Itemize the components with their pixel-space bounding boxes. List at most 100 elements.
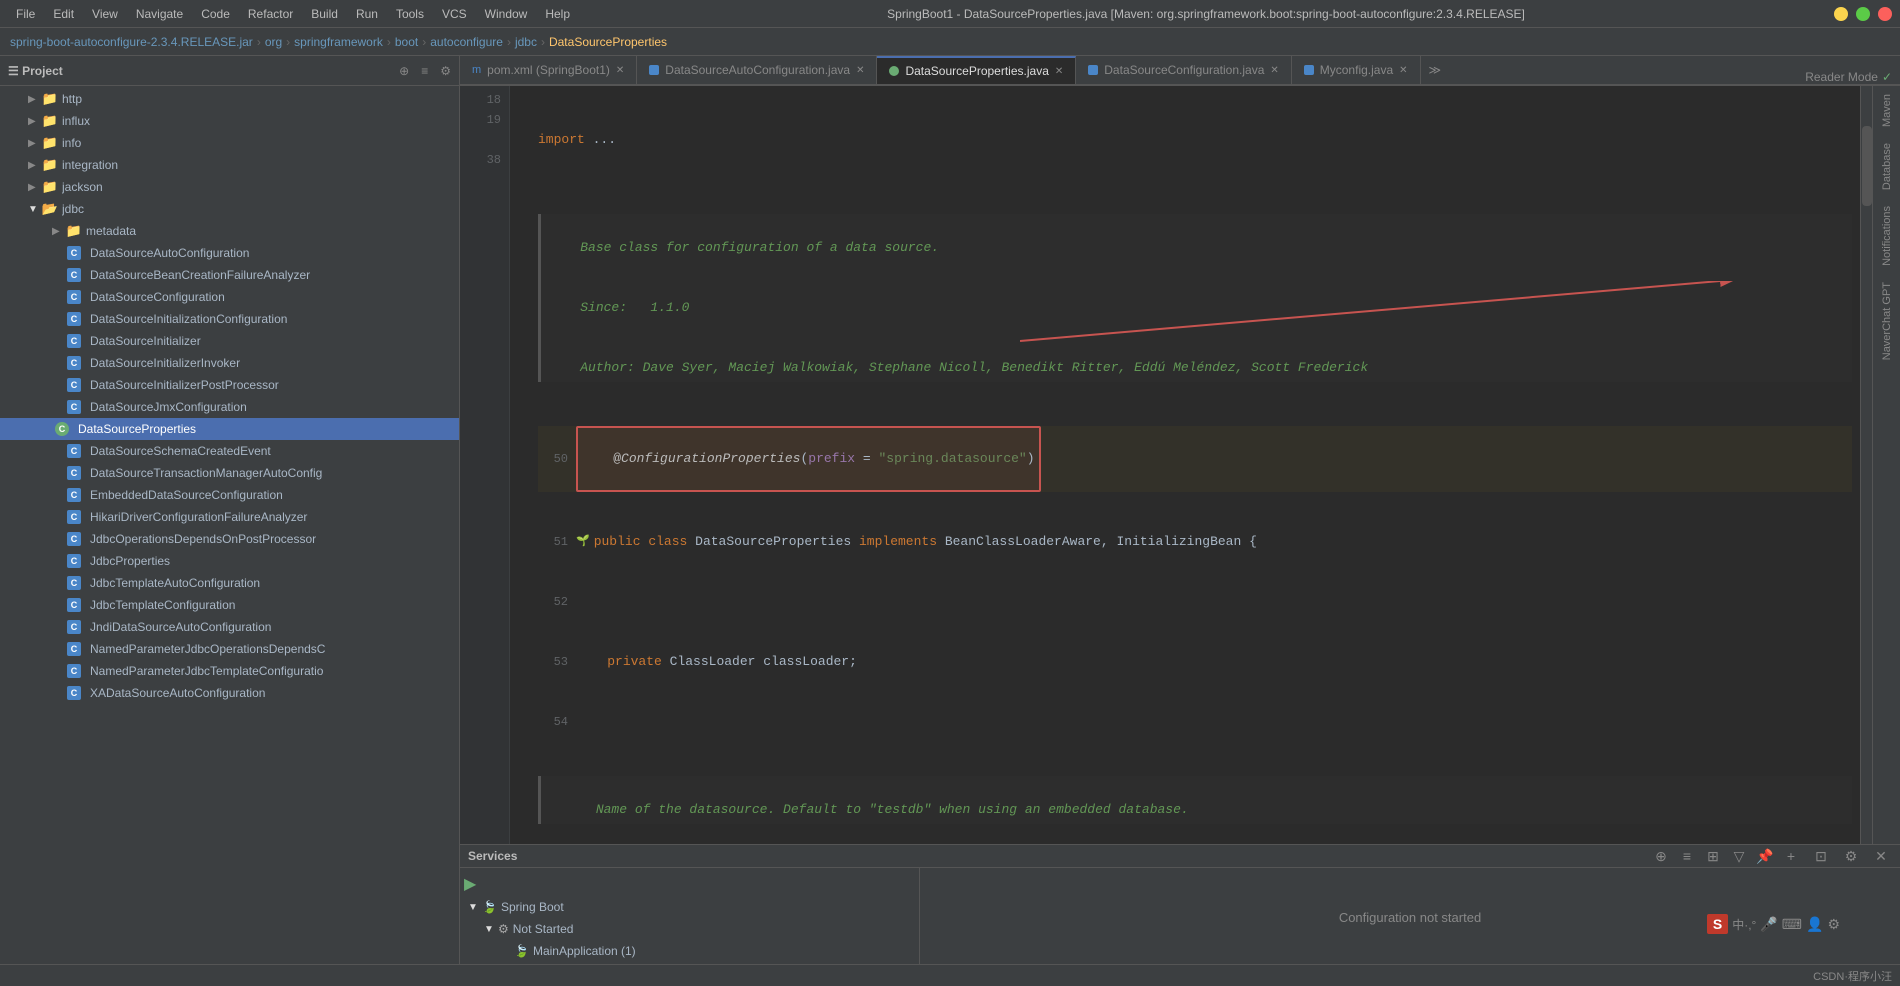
tab-pom-close[interactable]: ✕ (616, 65, 624, 76)
bc-boot[interactable]: boot (395, 35, 418, 49)
title-bar-left: File Edit View Navigate Code Refactor Bu… (8, 5, 578, 23)
menu-build[interactable]: Build (303, 5, 346, 23)
tree-item-datasourceinitconfig[interactable]: ▶ C DataSourceInitializationConfiguratio… (0, 308, 459, 330)
align-icon[interactable]: ≡ (1676, 845, 1698, 867)
run-button[interactable]: ▶ (464, 874, 476, 894)
tree-item-integration[interactable]: ▶ 📁 integration (0, 154, 459, 176)
tab-props-close[interactable]: ✕ (1055, 66, 1063, 77)
menu-code[interactable]: Code (193, 5, 238, 23)
bc-springframework[interactable]: springframework (294, 35, 383, 49)
reader-mode-label[interactable]: Reader Mode (1805, 70, 1878, 84)
springboot-label: Spring Boot (501, 900, 564, 914)
bc-autoconfigure[interactable]: autoconfigure (430, 35, 503, 49)
group-icon[interactable]: ⊞ (1702, 845, 1724, 867)
tree-label-jackson: jackson (62, 180, 459, 194)
restore-button[interactable]: □ (1856, 7, 1870, 21)
tree-item-datasourceautoconfig[interactable]: ▶ C DataSourceAutoConfiguration (0, 242, 459, 264)
services-maximize[interactable]: ⊡ (1810, 845, 1832, 867)
csdn-label: 中·,° (1732, 916, 1756, 933)
code-editor[interactable]: import ... Base class for configuration … (530, 86, 1860, 844)
bc-jar[interactable]: spring-boot-autoconfigure-2.3.4.RELEASE.… (10, 35, 253, 49)
bc-org[interactable]: org (265, 35, 282, 49)
tree-item-datasourceinitpost[interactable]: ▶ C DataSourceInitializerPostProcessor (0, 374, 459, 396)
status-csdn: CSDN·程序小汪 (1813, 968, 1892, 984)
scrollbar-thumb[interactable] (1862, 126, 1872, 206)
tree-item-xa[interactable]: ▶ C XADataSourceAutoConfiguration (0, 682, 459, 704)
tab-myconfig[interactable]: Myconfig.java ✕ (1292, 56, 1421, 84)
tree-label: DataSourceInitializerPostProcessor (90, 378, 459, 392)
menu-navigate[interactable]: Navigate (128, 5, 191, 23)
tree-item-http[interactable]: ▶ 📁 http (0, 88, 459, 110)
tree-item-datasourceconfig[interactable]: ▶ C DataSourceConfiguration (0, 286, 459, 308)
menu-run[interactable]: Run (348, 5, 386, 23)
menu-edit[interactable]: Edit (45, 5, 82, 23)
tree-item-jdbcops[interactable]: ▶ C JdbcOperationsDependsOnPostProcessor (0, 528, 459, 550)
tree-item-datasourcejmx[interactable]: ▶ C DataSourceJmxConfiguration (0, 396, 459, 418)
project-settings-icon[interactable]: ⚙ (440, 64, 451, 78)
add-icon[interactable]: + (1780, 845, 1802, 867)
javadoc-base-class: Base class for configuration of a data s… (565, 240, 939, 255)
services-settings[interactable]: ⚙ (1840, 845, 1862, 867)
pin-icon[interactable]: 📌 (1754, 845, 1776, 867)
tree-item-jdbcprops[interactable]: ▶ C JdbcProperties (0, 550, 459, 572)
close-button[interactable]: ✕ (1878, 7, 1892, 21)
tree-item-datasourceinitinvoker[interactable]: ▶ C DataSourceInitializerInvoker (0, 352, 459, 374)
menu-tools[interactable]: Tools (388, 5, 432, 23)
tree-item-influx[interactable]: ▶ 📁 influx (0, 110, 459, 132)
bc-jdbc[interactable]: jdbc (515, 35, 537, 49)
right-panel-maven[interactable]: Maven (1877, 86, 1897, 135)
expand-icon[interactable]: ⊕ (1650, 845, 1672, 867)
folder-open-icon: 📂 (42, 201, 58, 217)
tab-datasourceauto[interactable]: DataSourceAutoConfiguration.java ✕ (637, 56, 877, 84)
tree-item-jdbc[interactable]: ▼ 📂 jdbc (0, 198, 459, 220)
right-panel-naverchat[interactable]: NaverChat GPT (1877, 274, 1897, 368)
filter-icon[interactable]: ▽ (1728, 845, 1750, 867)
project-collapse-icon[interactable]: ≡ (421, 64, 428, 78)
minimize-button[interactable]: – (1834, 7, 1848, 21)
tree-item-jdbctemplateauto[interactable]: ▶ C JdbcTemplateAutoConfiguration (0, 572, 459, 594)
tree-item-jndi[interactable]: ▶ C JndiDataSourceAutoConfiguration (0, 616, 459, 638)
menu-help[interactable]: Help (537, 5, 578, 23)
tab-auto-close[interactable]: ✕ (856, 65, 864, 76)
csdn-icon: S (1707, 914, 1728, 934)
javadoc-since: Since: 1.1.0 (565, 300, 690, 315)
menu-view[interactable]: View (84, 5, 126, 23)
tree-item-datasourceschema[interactable]: ▶ C DataSourceSchemaCreatedEvent (0, 440, 459, 462)
services-close[interactable]: ✕ (1870, 845, 1892, 867)
tree-item-namedparam1[interactable]: ▶ C NamedParameterJdbcOperationsDependsC (0, 638, 459, 660)
menu-window[interactable]: Window (477, 5, 536, 23)
tree-item-jdbctemplateconfig[interactable]: ▶ C JdbcTemplateConfiguration (0, 594, 459, 616)
tree-item-datasourcetx[interactable]: ▶ C DataSourceTransactionManagerAutoConf… (0, 462, 459, 484)
tab-my-close[interactable]: ✕ (1399, 65, 1407, 76)
tab-datasourceprops[interactable]: DataSourceProperties.java ✕ (877, 56, 1076, 84)
tab-datasourceconfig[interactable]: DataSourceConfiguration.java ✕ (1076, 56, 1292, 84)
services-notstarted-item[interactable]: ▼ ⚙ Not Started (460, 918, 919, 940)
tree-item-datasourceinit[interactable]: ▶ C DataSourceInitializer (0, 330, 459, 352)
tree-item-datasourcebeancreation[interactable]: ▶ C DataSourceBeanCreationFailureAnalyze… (0, 264, 459, 286)
status-bar: CSDN·程序小汪 (0, 964, 1900, 986)
tree-item-embeddeddatasource[interactable]: ▶ C EmbeddedDataSourceConfiguration (0, 484, 459, 506)
tree-item-namedparam2[interactable]: ▶ C NamedParameterJdbcTemplateConfigurat… (0, 660, 459, 682)
menu-file[interactable]: File (8, 5, 43, 23)
services-springboot-item[interactable]: ▼ 🍃 Spring Boot (460, 896, 919, 918)
tree-item-jackson[interactable]: ▶ 📁 jackson (0, 176, 459, 198)
tab-more-button[interactable]: ≫ (1421, 56, 1450, 84)
folder-icon: 📁 (66, 223, 82, 239)
tree-item-metadata[interactable]: ▶ 📁 metadata (0, 220, 459, 242)
menu-vcs[interactable]: VCS (434, 5, 475, 23)
right-panel-database[interactable]: Database (1877, 135, 1897, 198)
arrow-icon: ▶ (28, 94, 42, 105)
services-header: Services ⊕ ≡ ⊞ ▽ 📌 + ⊡ ⚙ ✕ (460, 845, 1900, 868)
project-sync-icon[interactable]: ⊕ (399, 64, 409, 78)
services-mainapplication-item[interactable]: ▶ 🍃 MainApplication (1) (460, 940, 919, 962)
menu-refactor[interactable]: Refactor (240, 5, 301, 23)
class-icon: C (66, 663, 82, 679)
tree-item-datasourceprops[interactable]: ▶ C DataSourceProperties (0, 418, 459, 440)
editor-scrollbar[interactable] (1860, 86, 1872, 844)
tree-item-hikari[interactable]: ▶ C HikariDriverConfigurationFailureAnal… (0, 506, 459, 528)
tab-config-close[interactable]: ✕ (1270, 65, 1278, 76)
tab-pom[interactable]: m pom.xml (SpringBoot1) ✕ (460, 56, 637, 84)
tree-item-info[interactable]: ▶ 📁 info (0, 132, 459, 154)
right-panel-notifications[interactable]: Notifications (1877, 198, 1897, 274)
project-tree: ▶ 📁 http ▶ 📁 influx ▶ 📁 info ▶ 📁 integra… (0, 86, 459, 964)
